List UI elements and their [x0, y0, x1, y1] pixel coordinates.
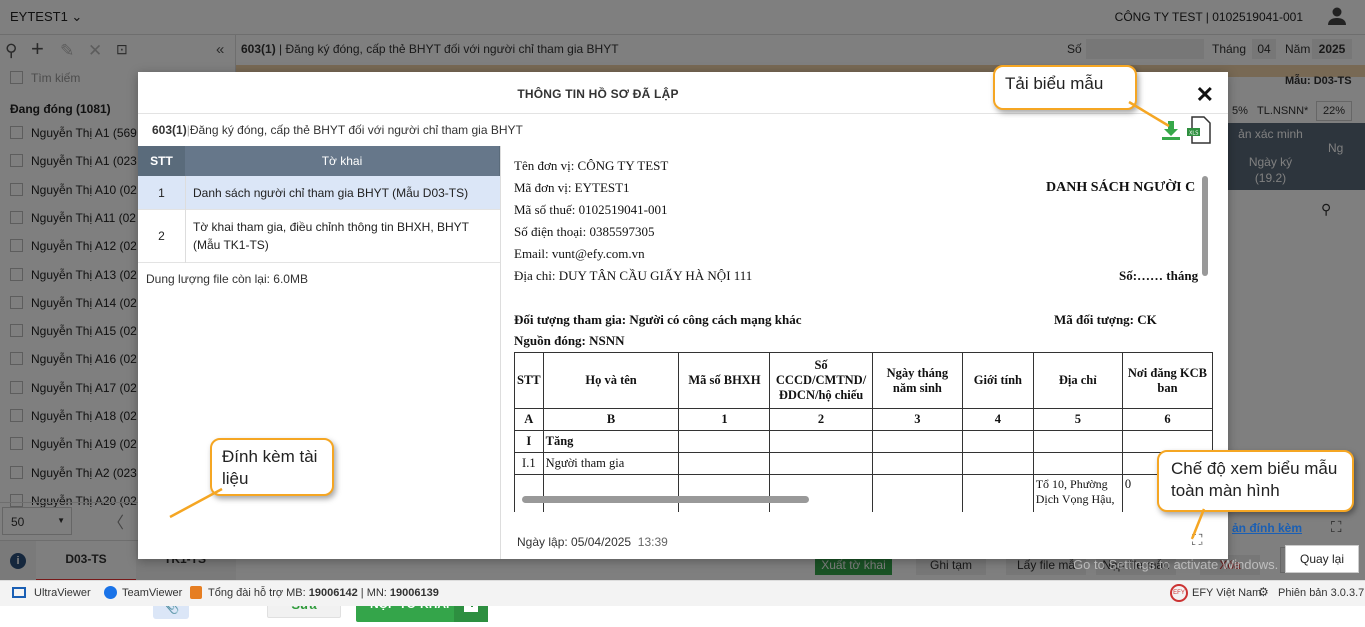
doc-email: Email: vunt@efy.com.vn: [514, 246, 645, 261]
idx-cell: 1: [678, 408, 771, 431]
status-bar: UltraViewer TeamViewer Tổng đài hỗ trợ M…: [0, 580, 1365, 606]
doc-unit-code: Mã đơn vị: EYTEST1: [514, 180, 630, 195]
th-name: Họ và tên: [542, 352, 680, 409]
form-preview: Tên đơn vị: CÔNG TY TEST Mã đơn vị: EYTE…: [502, 146, 1213, 512]
divider: [138, 113, 1228, 114]
horizontal-scrollbar[interactable]: [522, 496, 809, 503]
download-callout: Tải biểu mẫu: [993, 65, 1137, 110]
fullscreen-callout: Chế độ xem biểu mẫu toàn màn hình: [1157, 450, 1354, 512]
hotline: Tổng đài hỗ trợ MB: 19006142 | MN: 19006…: [208, 587, 439, 599]
row-group-label: Tăng: [542, 430, 680, 453]
brand: EFY Việt Nam: [1192, 587, 1262, 599]
storage-info: Dung lượng file còn lại: 6.0MB: [146, 272, 308, 286]
doc-phone: Số điện thoại: 0385597305: [514, 224, 655, 239]
teamviewer-icon: [104, 586, 117, 599]
activate-watermark: Activate Windows: [1073, 532, 1216, 552]
hotline-mb: 19006142: [308, 587, 358, 599]
date-label: Ngày lập:: [517, 535, 568, 549]
ultraviewer-link[interactable]: UltraViewer: [34, 587, 91, 599]
time-value: 13:39: [637, 535, 668, 549]
th-address: Địa chỉ: [1032, 352, 1123, 409]
row-sub-label: Người tham gia: [542, 452, 680, 475]
phone-icon: [190, 586, 202, 599]
help-icon[interactable]: ⚙: [1258, 585, 1269, 599]
attach-arrow: [169, 487, 223, 519]
ultraviewer-icon: [12, 587, 26, 598]
modal-subtitle: 603(1)|Đăng ký đóng, cấp thẻ BHYT đối vớ…: [152, 123, 523, 137]
doc-address: Địa chỉ: DUY TÂN CẦU GIẤY HÀ NỘI 111: [514, 268, 753, 283]
idx-cell: B: [542, 408, 680, 431]
excel-file-icon[interactable]: XLS: [1186, 116, 1212, 144]
col-to-khai: Tờ khai: [185, 146, 499, 176]
doc-number: Số:…… tháng: [1119, 268, 1199, 283]
form-row[interactable]: 2 Tờ khai tham gia, điều chỉnh thông tin…: [138, 210, 500, 263]
row-stt: 1: [158, 186, 165, 200]
efy-logo: EFY: [1170, 584, 1188, 602]
doc-tax-code: Mã số thuế: 0102519041-001: [514, 202, 668, 217]
hotline-mn: 19006139: [389, 587, 439, 599]
close-icon[interactable]: ✕: [1196, 82, 1214, 108]
expand-icon[interactable]: ⛶: [1331, 519, 1342, 536]
row-group-cell: I: [514, 430, 544, 453]
idx-cell: 5: [1032, 408, 1123, 431]
row-address: Tổ 10, Phường Dịch Vọng Hậu,: [1032, 474, 1123, 512]
form-row[interactable]: 1 Danh sách người chỉ tham gia BHYT (Mẫu…: [138, 176, 500, 210]
th-bhxh: Mã số BHXH: [678, 352, 771, 409]
activate-watermark-sub: Go to Settings to activate Windows.: [1073, 557, 1279, 572]
doc-unit-name: Tên đơn vị: CÔNG TY TEST: [514, 158, 669, 173]
date-value: 05/04/2025: [571, 535, 632, 549]
th-stt: STT: [514, 352, 544, 409]
row-name: Danh sách người chỉ tham gia BHYT (Mẫu D…: [193, 186, 469, 200]
doc-source: Nguồn đóng: NSNN: [514, 333, 625, 348]
row-sub-cell: I.1: [514, 452, 544, 475]
form-list-header: STT Tờ khai: [138, 146, 500, 176]
download-arrow: [1128, 100, 1170, 128]
sub-text: Đăng ký đóng, cấp thẻ BHYT đối với người…: [189, 123, 523, 137]
hotline-label: Tổng đài hỗ trợ MB:: [208, 587, 306, 599]
back-button-front[interactable]: Quay lại: [1285, 545, 1359, 573]
idx-cell: 6: [1121, 408, 1213, 431]
idx-cell: 2: [769, 408, 873, 431]
created-date: Ngày lập: 05/04/2025 13:39: [517, 535, 668, 549]
doc-heading: DANH SÁCH NGƯỜI C: [1046, 180, 1196, 195]
row-stt: 2: [158, 229, 165, 243]
idx-cell: A: [514, 408, 544, 431]
attach-link[interactable]: ản đính kèm: [1232, 521, 1302, 535]
row-name: Tờ khai tham gia, điều chỉnh thông tin B…: [193, 220, 469, 252]
teamviewer-link[interactable]: TeamViewer: [122, 587, 182, 599]
hotline-mn-label: | MN:: [360, 587, 387, 599]
th-cccd: Số CCCD/CMTND/ ĐDCN/hộ chiếu: [769, 352, 873, 409]
th-gender: Giới tính: [962, 352, 1034, 409]
doc-table: STT Họ và tên Mã số BHXH Số CCCD/CMTND/ …: [514, 352, 1213, 512]
idx-cell: 3: [871, 408, 964, 431]
vertical-scrollbar[interactable]: [1202, 176, 1208, 276]
column-divider: [185, 176, 186, 263]
th-kcb: Nơi đăng KCB ban: [1121, 352, 1213, 409]
version: Phiên bản 3.0.3.7: [1278, 587, 1365, 599]
th-dob: Ngày tháng năm sinh: [871, 352, 964, 409]
idx-cell: 4: [962, 408, 1034, 431]
col-stt: STT: [150, 154, 173, 168]
svg-text:XLS: XLS: [1189, 131, 1198, 137]
doc-subject: Đối tượng tham gia: Người có công cách m…: [514, 312, 802, 327]
sub-code: 603(1): [152, 123, 187, 137]
modal-title: THÔNG TIN HỒ SƠ ĐÃ LẬP: [517, 87, 679, 101]
doc-subject-code: Mã đối tượng: CK: [1054, 312, 1157, 327]
